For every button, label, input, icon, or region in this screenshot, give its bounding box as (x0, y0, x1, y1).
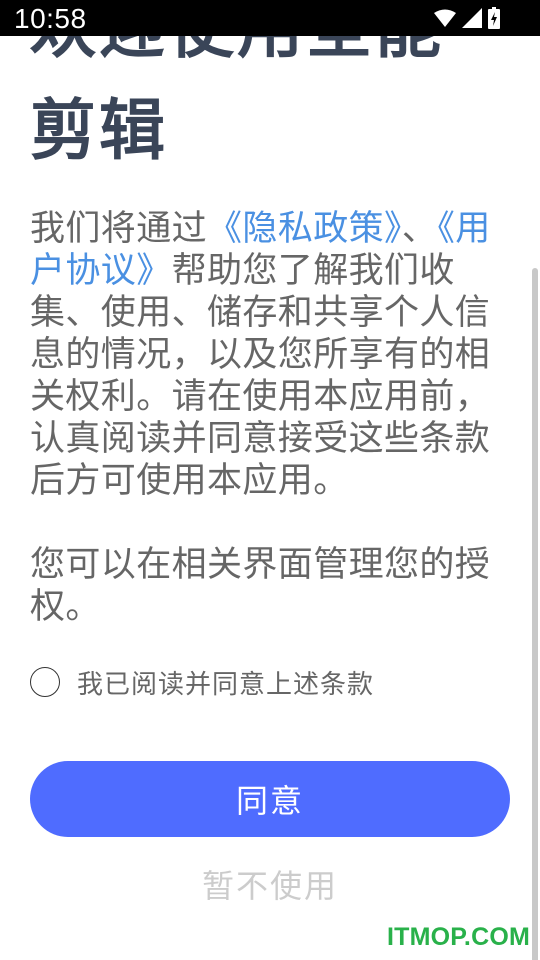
policy-text-intro: 我们将通过 (30, 209, 208, 249)
scrollbar[interactable] (532, 268, 538, 960)
policy-text: 我们将通过《隐私政策》、《用户协议》帮助您了解我们收集、使用、储存和共享个人信息… (30, 208, 510, 502)
wifi-icon (434, 9, 456, 27)
status-time: 10:58 (14, 3, 87, 34)
status-bar: 10:58 (0, 0, 540, 36)
watermark-logo: ITMOP.COM (386, 923, 530, 951)
agree-checkbox-label[interactable]: 我已阅读并同意上述条款 (77, 664, 374, 701)
manage-authorization-text: 您可以在相关界面管理您的授权。 (30, 545, 491, 627)
battery-icon (488, 7, 500, 29)
policy-separator: 、 (401, 209, 438, 249)
privacy-dialog: 欢迎使用全能剪辑 我们将通过《隐私政策》、《用户协议》帮助您了解我们收集、使用、… (0, 0, 540, 960)
agree-radio-button[interactable] (30, 667, 60, 697)
signal-icon (462, 8, 482, 28)
agree-checkbox-row[interactable]: 我已阅读并同意上述条款 (30, 664, 374, 700)
agree-button[interactable]: 同意 (30, 761, 510, 837)
status-icons (434, 6, 500, 30)
privacy-policy-link[interactable]: 《隐私政策》 (207, 209, 402, 249)
decline-button[interactable]: 暂不使用 (170, 860, 370, 908)
